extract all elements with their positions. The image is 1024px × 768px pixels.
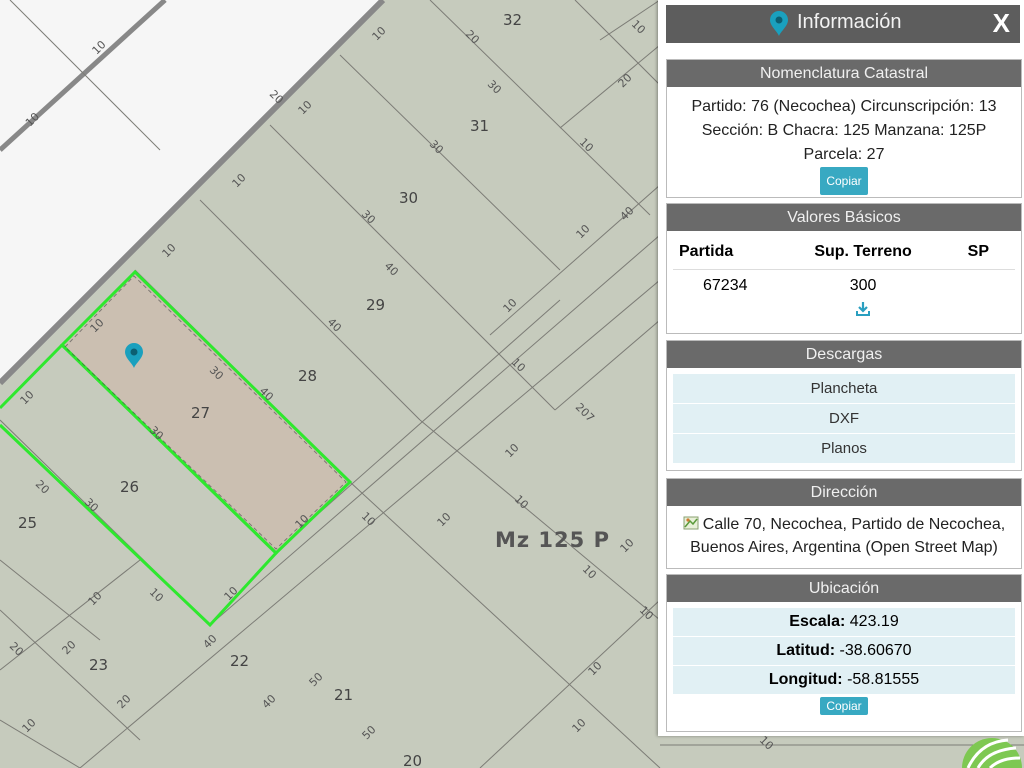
logo-icon xyxy=(962,738,1022,768)
block-label: Mz 125 P xyxy=(495,528,610,552)
parcel-number: 22 xyxy=(230,652,249,670)
nomenclatura-line: Sección: B Chacra: 125 Manzana: 125P xyxy=(701,122,987,139)
latitud-row: Latitud: -38.60670 xyxy=(673,637,1015,666)
ubicacion-card: Ubicación Escala: 423.19 Latitud: -38.60… xyxy=(666,574,1022,732)
parcel-number: 26 xyxy=(120,478,139,496)
direccion-heading: Dirección xyxy=(667,479,1021,506)
valores-heading: Valores Básicos xyxy=(667,204,1021,231)
column-header: Sup. Terreno xyxy=(786,237,941,270)
parcel-number: 25 xyxy=(18,514,37,532)
nomenclatura-line: Parcela: 27 xyxy=(803,146,885,163)
nomenclatura-card: Nomenclatura Catastral Partido: 76 (Neco… xyxy=(666,59,1022,198)
parcel-number: 29 xyxy=(366,296,385,314)
download-planos-link[interactable]: Planos xyxy=(673,434,1015,464)
map-icon[interactable] xyxy=(683,515,699,531)
location-pin-icon xyxy=(770,11,788,36)
longitud-row: Longitud: -58.81555 xyxy=(673,666,1015,695)
parcel-number: 30 xyxy=(399,189,418,207)
download-dxf-link[interactable]: DXF xyxy=(673,404,1015,434)
nomenclatura-heading: Nomenclatura Catastral xyxy=(667,60,1021,87)
descargas-heading: Descargas xyxy=(667,341,1021,368)
download-icon[interactable] xyxy=(855,301,871,317)
download-plancheta-link[interactable]: Plancheta xyxy=(673,374,1015,404)
parcel-number: 23 xyxy=(89,656,108,674)
panel-title: Información xyxy=(797,11,902,33)
longitud-label: Longitud: xyxy=(768,671,843,688)
close-button[interactable]: X xyxy=(993,8,1010,39)
escala-label: Escala: xyxy=(789,613,846,630)
latitud-value: -38.60670 xyxy=(839,642,912,659)
panel-header: Información X xyxy=(666,5,1020,43)
table-row: 67234 300 xyxy=(673,270,1015,300)
info-panel: Información X Nomenclatura Catastral Par… xyxy=(658,0,1024,736)
column-header: SP xyxy=(940,237,1015,270)
parcel-number: 28 xyxy=(298,367,317,385)
address-text[interactable]: Calle 70, Necochea, Partido de Necochea,… xyxy=(690,516,1005,556)
ubicacion-heading: Ubicación xyxy=(667,575,1021,602)
copy-nomenclatura-button[interactable]: Copiar xyxy=(820,167,868,195)
escala-row: Escala: 423.19 xyxy=(673,608,1015,637)
parcel-number: 27 xyxy=(191,404,210,422)
parcel-number: 20 xyxy=(403,752,422,768)
valores-table: Partida Sup. Terreno SP 67234 300 xyxy=(673,237,1015,326)
longitud-value: -58.81555 xyxy=(847,671,920,688)
escala-value: 423.19 xyxy=(849,613,899,630)
valores-card: Valores Básicos Partida Sup. Terreno SP … xyxy=(666,203,1022,334)
superficie-cell: 300 xyxy=(849,277,877,294)
copy-ubicacion-button[interactable]: Copiar xyxy=(820,697,868,715)
latitud-label: Latitud: xyxy=(776,642,836,659)
parcel-number: 31 xyxy=(470,117,489,135)
parcel-number: 32 xyxy=(503,11,522,29)
nomenclatura-line: Partido: 76 (Necochea) Circunscripción: … xyxy=(691,98,997,115)
parcel-number: 21 xyxy=(334,686,353,704)
sp-cell xyxy=(940,270,1015,300)
descargas-card: Descargas Plancheta DXF Planos xyxy=(666,340,1022,471)
direccion-card: Dirección Calle 70, Necochea, Partido de… xyxy=(666,478,1022,569)
column-header: Partida xyxy=(673,237,787,270)
partida-cell: 67234 xyxy=(703,277,748,294)
